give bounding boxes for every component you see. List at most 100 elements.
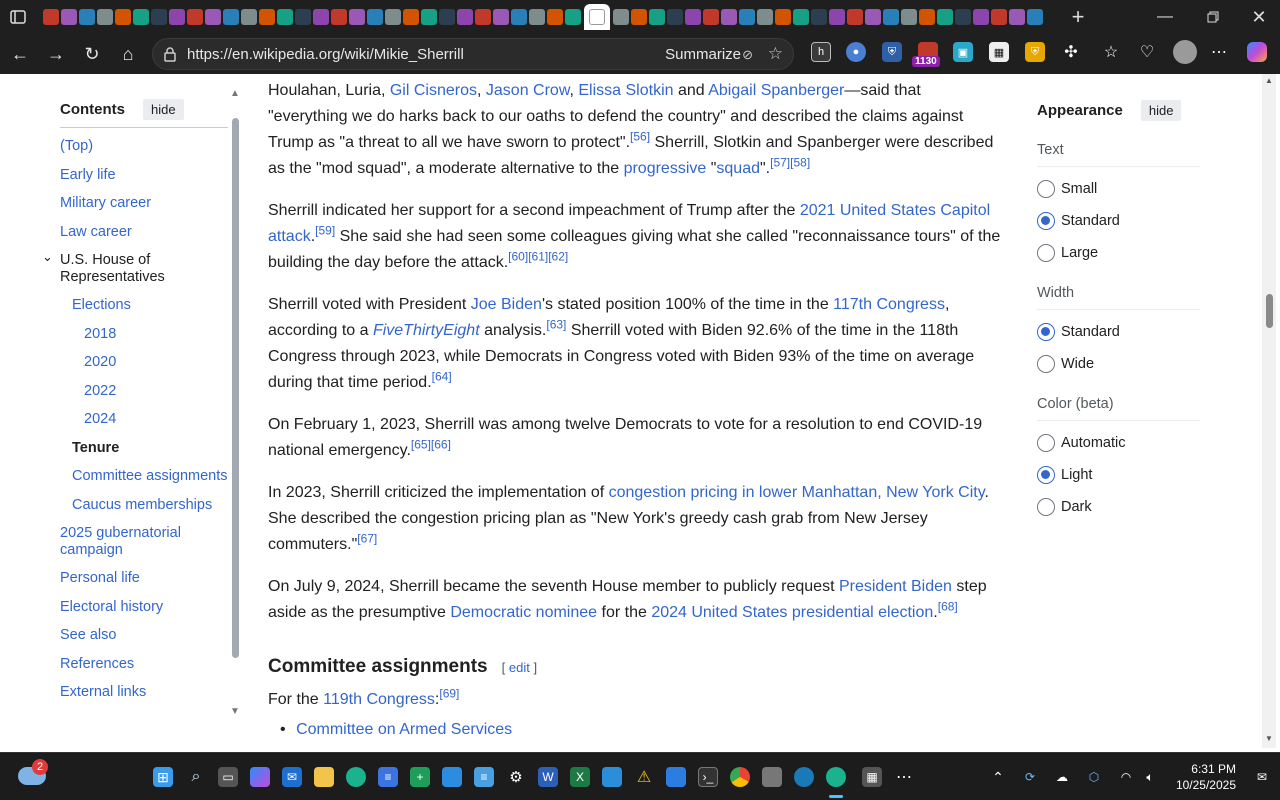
- health-icon[interactable]: ♡: [1137, 42, 1157, 62]
- tab-favicon-icon[interactable]: [223, 9, 239, 25]
- tab-favicon-icon[interactable]: [61, 9, 77, 25]
- radio-button[interactable]: [1037, 180, 1055, 198]
- vpn-icon[interactable]: ⬡: [1084, 767, 1104, 787]
- extension-save-icon[interactable]: ▣: [953, 42, 973, 62]
- tab-favicon-icon[interactable]: [421, 9, 437, 25]
- link[interactable]: Joe Biden: [471, 296, 542, 313]
- citation[interactable]: [59]: [315, 224, 335, 238]
- text-size-option[interactable]: Standard: [1037, 205, 1200, 237]
- citation[interactable]: [56]: [630, 130, 650, 144]
- tab-favicon-icon[interactable]: [277, 9, 293, 25]
- tab-favicon-icon[interactable]: [685, 9, 701, 25]
- toc-item[interactable]: Early life: [60, 167, 228, 184]
- toc-item[interactable]: Committee assignments: [60, 468, 228, 485]
- radio-button[interactable]: [1037, 434, 1055, 452]
- citation[interactable]: [63]: [546, 318, 566, 332]
- tab-favicon-icon[interactable]: [847, 9, 863, 25]
- tab-favicon-icon[interactable]: [631, 9, 647, 25]
- tab-favicon-icon[interactable]: [43, 9, 59, 25]
- toc-item[interactable]: Law career: [60, 224, 228, 241]
- tab-favicon-icon[interactable]: [295, 9, 311, 25]
- toc-item[interactable]: Caucus memberships: [60, 497, 228, 514]
- outlook-icon[interactable]: ✉: [282, 767, 302, 787]
- toc-item[interactable]: 2018: [60, 326, 228, 343]
- appearance-hide-button[interactable]: hide: [1140, 99, 1182, 121]
- warning-icon[interactable]: ⚠: [634, 767, 654, 787]
- scroll-up-icon[interactable]: ▲: [230, 88, 240, 99]
- toc-item[interactable]: See also: [60, 627, 228, 644]
- toc-item[interactable]: (Top): [60, 138, 228, 155]
- toc-item[interactable]: Electoral history: [60, 599, 228, 616]
- extension-h-icon[interactable]: h: [811, 42, 831, 62]
- search-icon[interactable]: ⌕: [186, 767, 206, 787]
- word-icon[interactable]: W: [538, 767, 558, 787]
- tab-favicon-icon[interactable]: [721, 9, 737, 25]
- clock[interactable]: 6:31 PM 10/25/2025: [1176, 761, 1236, 793]
- link[interactable]: President Biden: [839, 578, 952, 595]
- extensions-puzzle-icon[interactable]: ✣: [1061, 42, 1081, 62]
- extension-shield-icon[interactable]: ⛨: [882, 42, 902, 62]
- summarize-button[interactable]: Summarize: [665, 46, 741, 63]
- link[interactable]: squad: [716, 160, 760, 177]
- more-menu-icon[interactable]: ⋯: [1209, 42, 1229, 62]
- back-button[interactable]: ←: [2, 38, 38, 70]
- refresh-button[interactable]: ↻: [74, 38, 110, 70]
- link[interactable]: Jason Crow: [486, 82, 570, 99]
- tab-favicon-icon[interactable]: [493, 9, 509, 25]
- tab-favicon-icon[interactable]: [313, 9, 329, 25]
- extension-shield-yellow-icon[interactable]: ⛨: [1025, 42, 1045, 62]
- tray-chevron-icon[interactable]: ⌃: [988, 767, 1008, 787]
- radio-button[interactable]: [1037, 355, 1055, 373]
- toc-item[interactable]: Military career: [60, 195, 228, 212]
- app-blue-icon[interactable]: [666, 767, 686, 787]
- usb-icon[interactable]: [762, 767, 782, 787]
- tab-favicon-icon[interactable]: [613, 9, 629, 25]
- close-window-button[interactable]: ✕: [1244, 0, 1274, 34]
- link[interactable]: congestion pricing in lower Manhattan, N…: [609, 484, 985, 501]
- link[interactable]: 117th Congress: [833, 296, 945, 313]
- width-option[interactable]: Standard: [1037, 316, 1200, 348]
- tab-favicon-icon[interactable]: [79, 9, 95, 25]
- edge-active-icon[interactable]: [826, 767, 846, 787]
- tab-favicon-icon[interactable]: [955, 9, 971, 25]
- citation[interactable]: [65][66]: [411, 438, 451, 452]
- start-icon[interactable]: ⊞: [153, 767, 173, 787]
- task-view-icon[interactable]: ▭: [218, 767, 238, 787]
- tab-favicon-icon[interactable]: [439, 9, 455, 25]
- text-size-option[interactable]: Large: [1037, 237, 1200, 269]
- tab-favicon-icon[interactable]: [739, 9, 755, 25]
- copilot-off-icon[interactable]: ⊘: [742, 47, 753, 63]
- text-size-option[interactable]: Small: [1037, 173, 1200, 205]
- tab-favicon-icon[interactable]: [865, 9, 881, 25]
- settings-gear-icon[interactable]: ⚙: [506, 767, 526, 787]
- tab-favicon-icon[interactable]: [547, 9, 563, 25]
- link[interactable]: Elissa Slotkin: [578, 82, 673, 99]
- scroll-down-icon[interactable]: ▼: [230, 706, 240, 717]
- citation[interactable]: [68]: [938, 600, 958, 614]
- tab-favicon-icon[interactable]: [793, 9, 809, 25]
- citation[interactable]: [60][61][62]: [508, 250, 568, 264]
- tab-favicon-icon[interactable]: [901, 9, 917, 25]
- color-option[interactable]: Dark: [1037, 491, 1200, 523]
- url-field[interactable]: https://en.wikipedia.org/wiki/Mikie_Sher…: [152, 38, 794, 70]
- citation[interactable]: [67]: [357, 532, 377, 546]
- docs-icon[interactable]: ≡: [378, 767, 398, 787]
- toc-item[interactable]: 2022: [60, 383, 228, 400]
- tab-favicon-icon[interactable]: [259, 9, 275, 25]
- scroll-up-icon[interactable]: ▲: [1265, 76, 1273, 85]
- tab-favicon-icon[interactable]: [919, 9, 935, 25]
- link[interactable]: FiveThirtyEight: [373, 322, 480, 339]
- file-explorer-icon[interactable]: [314, 767, 334, 787]
- toc-item[interactable]: 2020: [60, 354, 228, 371]
- tab-favicon-icon[interactable]: [1009, 9, 1025, 25]
- toc-item[interactable]: Personal life: [60, 570, 228, 587]
- notification-icon[interactable]: ✉: [1252, 767, 1272, 787]
- page-scroll-thumb[interactable]: [1266, 294, 1273, 328]
- toc-scrollbar[interactable]: ▲ ▼: [228, 88, 242, 720]
- link[interactable]: 2024 United States presidential election: [651, 604, 933, 621]
- forward-button[interactable]: →: [38, 38, 74, 70]
- toc-item[interactable]: 2025 gubernatorial campaign: [60, 525, 228, 558]
- tab-favicon-icon[interactable]: [457, 9, 473, 25]
- tab-favicon-icon[interactable]: [133, 9, 149, 25]
- sync-icon[interactable]: ⟳: [1020, 767, 1040, 787]
